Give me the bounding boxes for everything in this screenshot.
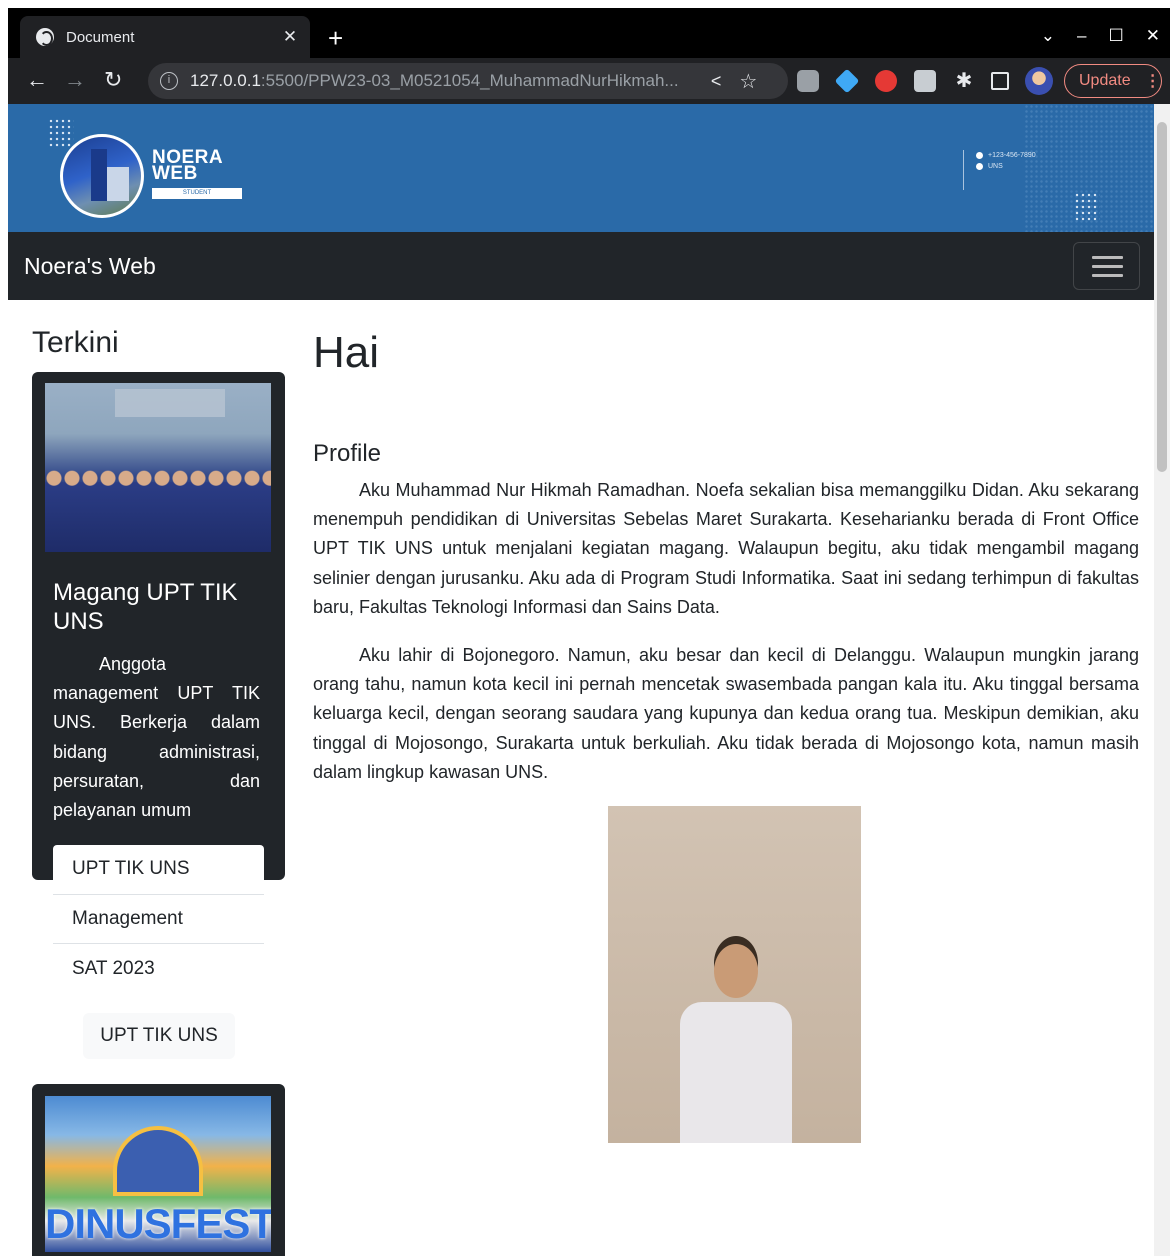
card-title: Magang UPT TIK UNS — [53, 579, 238, 635]
tab-document[interactable]: Document ✕ — [20, 16, 310, 58]
navbar-brand[interactable]: Noera's Web — [24, 253, 156, 280]
tab-search-icon[interactable]: ⌄ — [1041, 26, 1055, 46]
url-path: :5500/PPW23-03_M0521054_MuhammadNurHikma… — [260, 71, 679, 90]
header-banner: NOERA WEB STUDENT +123-456-7890 UNS — [8, 104, 1154, 232]
card-text: Anggota management UPT TIK UNS. Berkerja… — [53, 654, 260, 821]
news-card: Magang UPT TIK UNS Anggota management UP… — [32, 372, 285, 1059]
new-tab-button[interactable]: + — [328, 25, 343, 51]
back-arrow-icon[interactable]: ← — [26, 67, 48, 93]
scrollbar-thumb[interactable] — [1157, 122, 1167, 472]
info-icon[interactable]: i — [160, 72, 178, 90]
phone-icon — [976, 152, 983, 159]
tab-strip: Document ✕ + ⌄ – ☐ ✕ — [8, 8, 1170, 58]
stop-extension-icon[interactable] — [875, 70, 897, 92]
location-icon — [976, 163, 983, 170]
diamond-extension-icon[interactable] — [834, 68, 860, 94]
news-card: DINUSFEST — [32, 1084, 285, 1256]
camera-extension-icon[interactable] — [797, 70, 819, 92]
update-button[interactable]: Update ⋮ — [1064, 64, 1162, 98]
bookmark-star-icon[interactable]: ☆ — [739, 69, 757, 94]
tab-title: Document — [66, 28, 135, 46]
page-viewport: NOERA WEB STUDENT +123-456-7890 UNS Noer… — [8, 104, 1154, 1256]
minimize-icon[interactable]: – — [1077, 26, 1086, 46]
side-panel-icon[interactable] — [991, 72, 1009, 90]
dot-pattern — [48, 118, 74, 148]
maximize-icon[interactable]: ☐ — [1109, 26, 1124, 46]
logo-image — [60, 134, 144, 218]
browser-toolbar: ← → ↻ i 127.0.0.1 :5500/PPW23-03_M052105… — [8, 58, 1170, 104]
list-item: SAT 2023 — [72, 958, 155, 980]
profile-photo — [608, 806, 861, 1143]
card-extension-icon[interactable] — [914, 70, 936, 92]
close-window-icon[interactable]: ✕ — [1146, 26, 1160, 46]
reload-icon[interactable]: ↻ — [104, 67, 122, 93]
logo-text: NOERA WEB — [152, 147, 224, 184]
navbar: Noera's Web — [8, 232, 1154, 300]
puzzle-extensions-icon[interactable]: ✱ — [953, 70, 975, 92]
profile-paragraph: Aku Muhammad Nur Hikmah Ramadhan. Noefa … — [313, 480, 1139, 617]
url-host: 127.0.0.1 — [190, 71, 261, 90]
share-icon[interactable]: < — [711, 71, 722, 92]
card-list: UPT TIK UNS Management SAT 2023 — [53, 845, 264, 995]
list-item: Management — [53, 895, 264, 945]
page-scrollbar[interactable] — [1154, 104, 1170, 1256]
window-controls: ⌄ – ☐ ✕ — [1041, 26, 1160, 46]
forward-arrow-icon[interactable]: → — [64, 67, 86, 93]
profile-avatar[interactable] — [1025, 67, 1053, 95]
globe-icon — [36, 28, 54, 46]
profile-heading: Profile — [313, 440, 382, 467]
page-heading: Hai — [313, 328, 380, 377]
update-label: Update — [1079, 72, 1131, 89]
tab-close-icon[interactable]: ✕ — [276, 27, 304, 47]
internship-group-photo — [45, 383, 271, 552]
sidebar-title: Terkini — [32, 326, 119, 359]
list-item: UPT TIK UNS — [53, 845, 264, 895]
profile-paragraph: Aku lahir di Bojonegoro. Namun, aku besa… — [313, 645, 1139, 782]
dinusfest-photo: DINUSFEST — [45, 1096, 271, 1252]
address-bar[interactable]: i 127.0.0.1 :5500/PPW23-03_M0521054_Muha… — [148, 63, 788, 99]
hamburger-menu-button[interactable] — [1073, 242, 1140, 290]
dot-pattern — [1074, 192, 1100, 222]
logo-subtitle: STUDENT — [152, 188, 242, 199]
contact-info: +123-456-7890 UNS — [963, 150, 1036, 190]
more-menu-icon[interactable]: ⋮ — [1145, 71, 1161, 91]
card-link-button[interactable]: UPT TIK UNS — [83, 1013, 235, 1059]
